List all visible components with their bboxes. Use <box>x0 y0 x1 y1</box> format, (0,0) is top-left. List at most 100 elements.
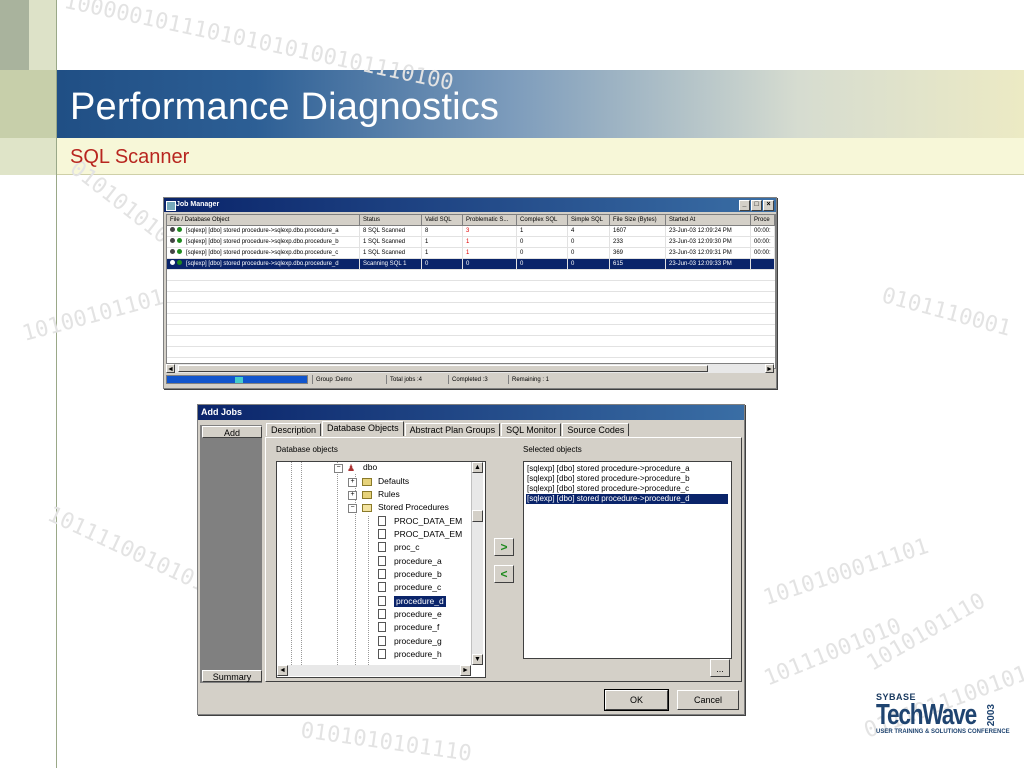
column-header[interactable]: Started At <box>666 215 751 225</box>
collapse-icon[interactable]: − <box>334 464 343 473</box>
minimize-button[interactable]: _ <box>739 200 750 211</box>
cancel-button[interactable]: Cancel <box>677 690 739 710</box>
status-icon <box>177 238 182 243</box>
column-header[interactable]: Problematic S... <box>463 215 517 225</box>
database-tree[interactable]: − ♟ dbo + Defaults + Rules − Stored Proc… <box>276 461 486 678</box>
tree-horizontal-scrollbar[interactable]: ◄ ► <box>277 665 471 676</box>
folder-icon <box>362 491 372 499</box>
tree-node[interactable]: PROC_DATA_EM <box>394 529 462 540</box>
tree-node[interactable]: procedure_e <box>394 609 442 620</box>
tree-node[interactable]: proc_c <box>394 542 420 553</box>
summary-button[interactable]: Summary <box>202 670 262 682</box>
cell-valid: 1 <box>422 248 463 258</box>
list-item[interactable]: [sqlexp] [dbo] stored procedure->procedu… <box>526 464 691 474</box>
object-text: [sqlexp] [dbo] stored procedure->sqlexp.… <box>186 239 339 245</box>
column-header[interactable]: Status <box>360 215 422 225</box>
tree-node[interactable]: procedure_h <box>394 649 442 660</box>
table-row[interactable]: [sqlexp] [dbo] stored procedure->sqlexp.… <box>167 248 775 259</box>
scroll-right-icon[interactable]: ► <box>765 364 774 373</box>
scroll-up-icon[interactable]: ▲ <box>472 462 483 473</box>
cell-valid: 1 <box>422 237 463 247</box>
cell-proc: 00:00: <box>751 226 775 236</box>
browse-button[interactable]: ... <box>710 659 730 677</box>
folder-icon <box>362 478 372 486</box>
techwave-logo: SYBASE TechWave 2003 USER TRAINING & SOL… <box>876 692 1010 735</box>
procedure-icon <box>378 529 386 539</box>
job-manager-window: Job Manager _ □ × File / Database Object… <box>163 197 777 389</box>
status-completed: Completed :3 <box>448 375 508 384</box>
chevron-right-icon: > <box>500 540 508 554</box>
add-selected-button[interactable]: > <box>494 538 514 556</box>
scroll-down-icon[interactable]: ▼ <box>472 654 483 665</box>
tab-description[interactable]: Description <box>266 423 322 436</box>
tree-node[interactable]: dbo <box>363 462 377 473</box>
list-item-selected[interactable]: [sqlexp] [dbo] stored procedure->procedu… <box>526 494 728 504</box>
tab-abstract-plan-groups[interactable]: Abstract Plan Groups <box>404 423 501 436</box>
tree-node[interactable]: procedure_f <box>394 622 439 633</box>
expand-icon <box>170 260 175 265</box>
cell-simple: 0 <box>568 237 610 247</box>
job-manager-titlebar[interactable]: Job Manager _ □ × <box>164 198 776 212</box>
ok-button[interactable]: OK <box>604 689 669 711</box>
expand-icon <box>170 238 175 243</box>
tree-node[interactable]: procedure_b <box>394 569 442 580</box>
cell-object: [sqlexp] [dbo] stored procedure->sqlexp.… <box>167 237 360 247</box>
add-jobs-titlebar[interactable]: Add Jobs <box>198 405 744 420</box>
table-row[interactable]: [sqlexp] [dbo] stored procedure->sqlexp.… <box>167 226 775 237</box>
tree-node[interactable]: Rules <box>378 489 400 500</box>
column-header[interactable]: File Size (Bytes) <box>610 215 666 225</box>
tree-node[interactable]: procedure_a <box>394 556 442 567</box>
close-button[interactable]: × <box>763 200 774 211</box>
expand-icon[interactable]: + <box>348 491 357 500</box>
expand-icon[interactable]: + <box>348 478 357 487</box>
scroll-left-icon[interactable]: ◄ <box>277 665 288 676</box>
scroll-thumb[interactable] <box>472 510 483 522</box>
cell-complex: 0 <box>517 237 568 247</box>
maximize-button[interactable]: □ <box>751 200 762 211</box>
column-header[interactable]: Simple SQL <box>568 215 610 225</box>
collapse-icon[interactable]: − <box>348 504 357 513</box>
column-header[interactable]: Complex SQL <box>517 215 568 225</box>
selected-objects-list[interactable]: [sqlexp] [dbo] stored procedure->procedu… <box>523 461 732 659</box>
expand-icon <box>170 249 175 254</box>
cell-status: 1 SQL Scanned <box>360 248 422 258</box>
scroll-right-icon[interactable]: ► <box>460 665 471 676</box>
tree-node-selected[interactable]: procedure_d <box>394 596 446 607</box>
tree-node[interactable]: Defaults <box>378 476 409 487</box>
cell-status: Scanning SQL 1 <box>360 259 422 269</box>
tree-guide <box>355 474 357 665</box>
subtitle-bar-left <box>0 138 57 175</box>
table-row-selected[interactable]: [sqlexp] [dbo] stored procedure->sqlexp.… <box>167 259 775 270</box>
horizontal-scrollbar[interactable]: ◄ ► <box>166 363 774 373</box>
list-item[interactable]: [sqlexp] [dbo] stored procedure->procedu… <box>526 474 691 484</box>
empty-row <box>167 314 775 325</box>
table-row[interactable]: [sqlexp] [dbo] stored procedure->sqlexp.… <box>167 237 775 248</box>
cell-object: [sqlexp] [dbo] stored procedure->sqlexp.… <box>167 248 360 258</box>
tab-sql-monitor[interactable]: SQL Monitor <box>501 423 562 436</box>
slide-subtitle: SQL Scanner <box>70 146 190 168</box>
column-header[interactable]: Proce <box>751 215 775 225</box>
vertical-rule <box>56 0 57 768</box>
column-header[interactable]: Valid SQL <box>422 215 463 225</box>
tree-node[interactable]: Stored Procedures <box>378 502 449 513</box>
tab-source-codes[interactable]: Source Codes <box>562 423 630 436</box>
empty-row <box>167 270 775 281</box>
cell-problematic: 1 <box>463 248 517 258</box>
object-text: [sqlexp] [dbo] stored procedure->sqlexp.… <box>186 228 339 234</box>
tree-node[interactable]: procedure_g <box>394 636 442 647</box>
cell-started: 23-Jun-03 12:09:24 PM <box>666 226 751 236</box>
status-group: Group :Demo <box>312 375 386 384</box>
tree-vertical-scrollbar[interactable]: ▲ ▼ <box>471 462 483 665</box>
remove-selected-button[interactable]: < <box>494 565 514 583</box>
tab-database-objects[interactable]: Database Objects <box>322 421 404 436</box>
add-button[interactable]: Add <box>202 426 262 438</box>
scroll-left-icon[interactable]: ◄ <box>166 364 175 373</box>
cell-simple: 0 <box>568 248 610 258</box>
tree-node[interactable]: procedure_c <box>394 582 441 593</box>
list-item[interactable]: [sqlexp] [dbo] stored procedure->procedu… <box>526 484 690 494</box>
empty-row <box>167 303 775 314</box>
object-text: [sqlexp] [dbo] stored procedure->sqlexp.… <box>186 250 339 256</box>
column-header[interactable]: File / Database Object <box>167 215 360 225</box>
scroll-thumb[interactable] <box>178 365 708 372</box>
tree-node[interactable]: PROC_DATA_EM <box>394 516 462 527</box>
